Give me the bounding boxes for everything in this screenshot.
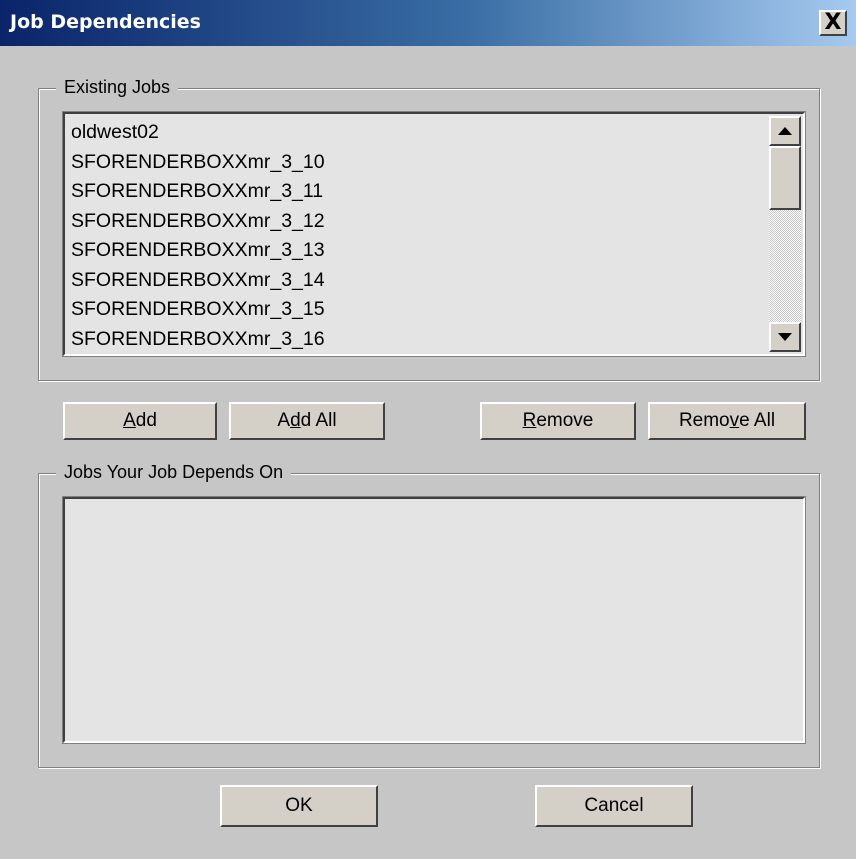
remove-button-accel: R (522, 410, 537, 431)
add-all-button-accel: d (290, 410, 301, 431)
list-item[interactable]: SFORENDERBOXXmr_3_10 (71, 148, 763, 178)
close-button[interactable]: X (819, 10, 847, 36)
cancel-button[interactable]: Cancel (535, 785, 693, 827)
list-item[interactable]: SFORENDERBOXXmr_3_12 (71, 207, 763, 237)
remove-all-button-label-pre: Remo (678, 410, 730, 431)
existing-jobs-label: Existing Jobs (56, 77, 179, 98)
remove-all-button-label-post: e All (739, 410, 776, 431)
list-item[interactable]: SFORENDERBOXXmr_3_14 (71, 266, 763, 296)
window-title: Job Dependencies (10, 11, 201, 33)
scroll-up-button[interactable] (769, 116, 801, 146)
remove-button[interactable]: Remove (480, 402, 636, 440)
remove-button-label-post: emove (536, 410, 594, 431)
remove-all-button[interactable]: Remo v e All (648, 402, 806, 440)
remove-all-button-accel: v (729, 410, 740, 431)
list-item[interactable]: SFORENDERBOXXmr_3_11 (71, 177, 763, 207)
add-button-label-post: dd (135, 410, 157, 431)
cancel-button-label: Cancel (584, 795, 644, 816)
list-item[interactable]: oldwest02 (71, 118, 763, 148)
add-all-button-label-post: d All (300, 410, 337, 431)
scroll-down-button[interactable] (769, 322, 801, 352)
add-button[interactable]: Add (63, 402, 217, 440)
add-all-button-label-pre: A (277, 410, 291, 431)
add-all-button[interactable]: Add All (229, 402, 385, 440)
depends-on-label: Jobs Your Job Depends On (56, 462, 292, 483)
list-item[interactable]: SFORENDERBOXXmr_3_13 (71, 236, 763, 266)
depends-on-list[interactable] (62, 496, 806, 744)
arrow-up-icon (778, 127, 792, 135)
ok-button[interactable]: OK (220, 785, 378, 827)
existing-jobs-list[interactable]: oldwest02 SFORENDERBOXXmr_3_10 SFORENDERBO… (62, 111, 806, 357)
list-item[interactable]: SFORENDERBOXXmr_3_17 (71, 354, 763, 356)
close-icon: X (824, 10, 842, 35)
arrow-down-icon (778, 333, 792, 341)
existing-jobs-scrollbar[interactable] (769, 116, 801, 352)
scroll-thumb[interactable] (769, 146, 801, 210)
title-bar[interactable]: Job Dependencies X (0, 0, 856, 46)
list-item[interactable]: SFORENDERBOXXmr_3_15 (71, 295, 763, 325)
job-dependencies-dialog: Job Dependencies X Existing Jobs oldwest… (0, 0, 856, 859)
existing-jobs-items: oldwest02 SFORENDERBOXXmr_3_10 SFORENDERBO… (71, 118, 763, 356)
ok-button-label: OK (285, 795, 313, 816)
add-button-accel: A (123, 410, 136, 431)
list-item[interactable]: SFORENDERBOXXmr_3_16 (71, 325, 763, 355)
